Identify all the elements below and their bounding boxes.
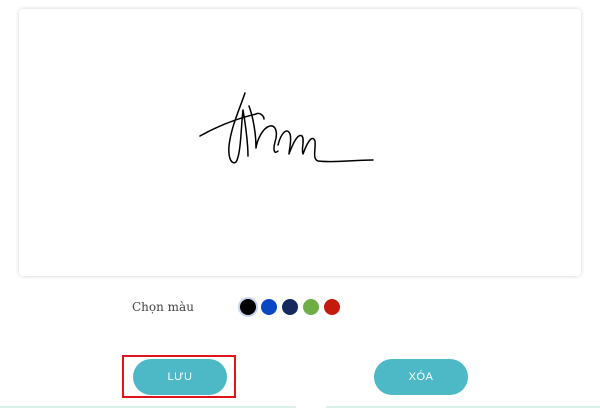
color-picker: Chọn màu (132, 297, 345, 317)
swatch-navy[interactable] (282, 299, 298, 315)
swatch-black[interactable] (240, 299, 256, 315)
color-picker-label: Chọn màu (132, 300, 194, 314)
signature-drawing (199, 92, 374, 164)
swatch-blue[interactable] (261, 299, 277, 315)
signature-canvas[interactable] (19, 9, 581, 276)
swatch-red[interactable] (324, 299, 340, 315)
clear-button[interactable]: XÓA (374, 359, 468, 395)
save-button[interactable]: LƯU (133, 359, 227, 395)
bottom-divider-gap (296, 406, 326, 408)
swatch-green[interactable] (303, 299, 319, 315)
